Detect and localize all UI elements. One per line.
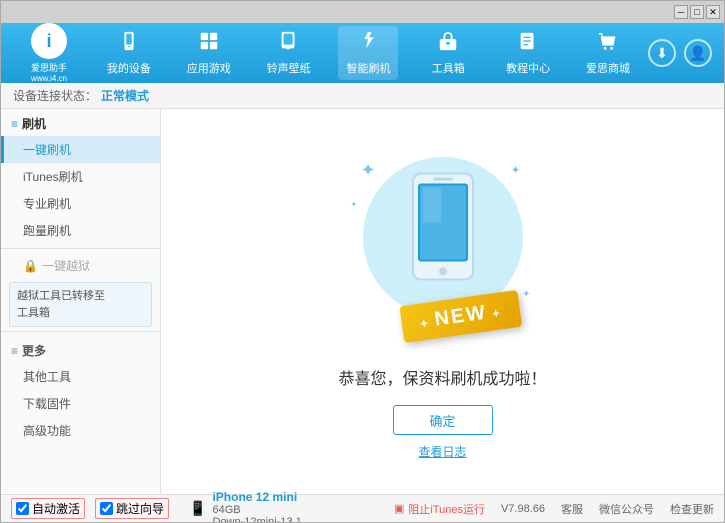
sidebar-info-box: 越狱工具已转移至工具箱 — [9, 282, 152, 327]
sidebar-item-pro-flash[interactable]: 专业刷机 — [1, 190, 160, 217]
close-button[interactable]: ✕ — [706, 5, 720, 19]
minimize-button[interactable]: ─ — [674, 5, 688, 19]
confirm-button[interactable]: 确定 — [393, 405, 493, 435]
tour-link[interactable]: 查看日志 — [418, 443, 466, 460]
phone-illustration-container: ✦ ✦ ✦ ✦ — [343, 145, 543, 345]
sidebar-more-header: ≡ 更多 — [1, 336, 160, 363]
nav-item-ringtones[interactable]: 铃声壁纸 — [259, 26, 319, 80]
sparkle-right-top: ✦ — [510, 163, 520, 177]
wechat-link[interactable]: 微信公众号 — [599, 501, 654, 517]
device-info: 📱 iPhone 12 mini 64GB Down-12mini-13,1 — [189, 490, 302, 523]
bottom-left: 自动激活 跳过向导 📱 iPhone 12 mini 64GB Down-12m… — [11, 490, 394, 523]
maximize-button[interactable]: □ — [690, 5, 704, 19]
nav-actions: ⬇ 👤 — [648, 39, 716, 67]
main-area: ≡ 刷机 一键刷机 iTunes刷机 专业刷机 跑量刷机 🔒 一键越狱 — [1, 109, 724, 496]
skip-wizard-checkbox[interactable]: 跳过向导 — [95, 498, 169, 519]
logo-icon: i — [31, 23, 67, 59]
device-name: iPhone 12 mini — [212, 490, 301, 504]
nav-bar: i 爱思助手 www.i4.cn 我的设备 应用游戏 — [1, 23, 724, 83]
apps-games-icon — [198, 30, 220, 58]
itunes-icon: ▣ — [394, 502, 404, 515]
nav-item-toolbox-label: 工具箱 — [432, 60, 465, 76]
nav-item-apps-games[interactable]: 应用游戏 — [179, 26, 239, 80]
sidebar-divider-2 — [1, 331, 160, 332]
logo: i 爱思助手 www.i4.cn — [9, 23, 89, 83]
more-section-icon: ≡ — [11, 344, 18, 358]
my-device-icon — [118, 30, 140, 58]
nav-item-ringtones-label: 铃声壁纸 — [267, 60, 311, 76]
nav-item-tutorials[interactable]: 教程中心 — [498, 26, 558, 80]
auto-connect-input[interactable] — [16, 502, 29, 515]
nav-item-my-device-label: 我的设备 — [107, 60, 151, 76]
content-area: ✦ ✦ ✦ ✦ — [161, 109, 724, 496]
bottom-bar: 自动激活 跳过向导 📱 iPhone 12 mini 64GB Down-12m… — [1, 494, 724, 522]
nav-item-smart-flash[interactable]: 智能刷机 — [338, 26, 398, 80]
nav-item-store-label: 爱思商城 — [586, 60, 630, 76]
sidebar-item-itunes-flash[interactable]: iTunes刷机 — [1, 163, 160, 190]
auto-connect-checkbox[interactable]: 自动激活 — [11, 498, 85, 519]
title-bar: ─ □ ✕ — [1, 1, 724, 23]
device-storage: 64GB — [212, 504, 301, 516]
status-bar: 设备连接状态： 正常模式 — [1, 83, 724, 109]
nav-item-tutorials-label: 教程中心 — [506, 60, 550, 76]
sidebar-item-no-data-flash[interactable]: 跑量刷机 — [1, 217, 160, 244]
sidebar-item-advanced[interactable]: 高级功能 — [1, 417, 160, 444]
status-label: 设备连接状态： — [13, 87, 97, 104]
sidebar-jailbreak-header: 🔒 一键越狱 — [1, 253, 160, 278]
itunes-status[interactable]: ▣ 阻止iTunes运行 — [394, 501, 485, 517]
sidebar-item-one-click-flash[interactable]: 一键刷机 — [1, 136, 160, 163]
sparkle-left-mid: ✦ — [351, 200, 358, 209]
download-button[interactable]: ⬇ — [648, 39, 676, 67]
sparkle-left: ✦ — [361, 160, 376, 181]
flash-section-icon: ≡ — [11, 117, 18, 131]
version-text: V7.98.66 — [501, 503, 545, 515]
nav-item-store[interactable]: 爱思商城 — [578, 26, 638, 80]
sidebar-item-other-tools[interactable]: 其他工具 — [1, 363, 160, 390]
status-value: 正常模式 — [101, 87, 149, 104]
sidebar: ≡ 刷机 一键刷机 iTunes刷机 专业刷机 跑量刷机 🔒 一键越狱 — [1, 109, 161, 496]
sparkle-right-bottom: ✦ — [522, 289, 530, 300]
sidebar-flash-header: ≡ 刷机 — [1, 109, 160, 136]
nav-items: 我的设备 应用游戏 铃声壁纸 智能刷机 — [89, 26, 648, 80]
toolbox-icon — [437, 30, 459, 58]
bottom-right: ▣ 阻止iTunes运行 V7.98.66 客服 微信公众号 检查更新 — [394, 501, 714, 517]
logo-text: 爱思助手 www.i4.cn — [31, 61, 67, 83]
lock-icon: 🔒 — [23, 259, 38, 273]
smart-flash-icon — [357, 30, 379, 58]
skip-wizard-input[interactable] — [100, 502, 113, 515]
customer-service-link[interactable]: 客服 — [561, 501, 583, 517]
device-system: Down-12mini-13,1 — [212, 516, 301, 523]
tutorials-icon — [517, 30, 539, 58]
success-text: 恭喜您，保资料刷机成功啦！ — [338, 365, 546, 389]
ringtones-icon — [278, 30, 300, 58]
account-button[interactable]: 👤 — [684, 39, 712, 67]
app-wrapper: ─ □ ✕ i 爱思助手 www.i4.cn 我的设备 — [0, 0, 725, 523]
nav-item-apps-label: 应用游戏 — [187, 60, 231, 76]
store-icon — [597, 30, 619, 58]
sidebar-item-download-firmware[interactable]: 下载固件 — [1, 390, 160, 417]
check-update-link[interactable]: 检查更新 — [670, 501, 714, 517]
sidebar-divider-1 — [1, 248, 160, 249]
device-icon: 📱 — [189, 500, 206, 517]
phone-svg — [408, 172, 478, 285]
nav-item-toolbox[interactable]: 工具箱 — [418, 26, 478, 80]
nav-item-my-device[interactable]: 我的设备 — [99, 26, 159, 80]
nav-item-flash-label: 智能刷机 — [346, 60, 390, 76]
